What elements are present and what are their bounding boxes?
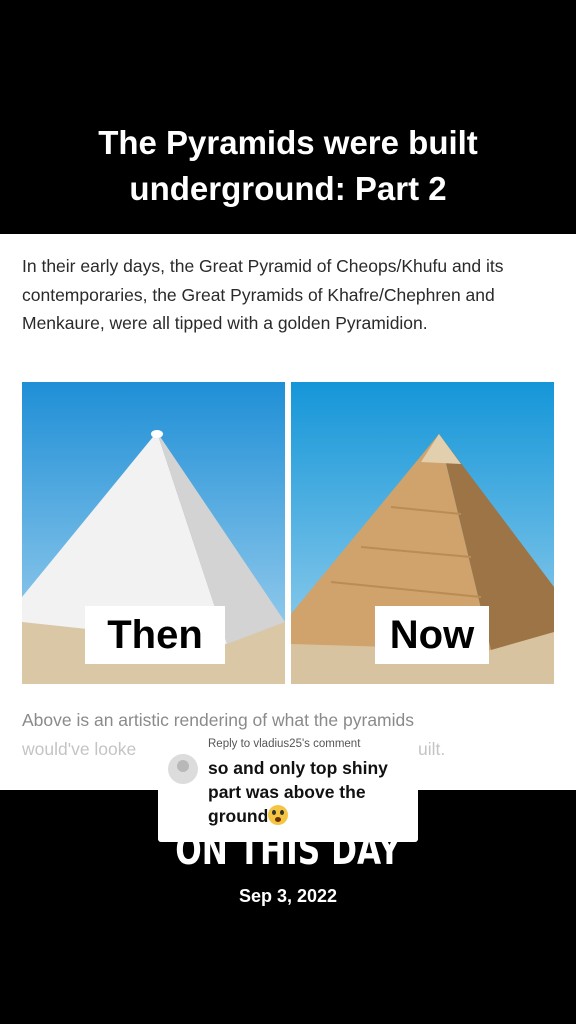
commenter-avatar [168, 754, 198, 784]
reply-line-1: so and only top shiny [208, 758, 388, 778]
then-label: Then [85, 606, 225, 664]
flushed-face-icon [268, 805, 289, 825]
video-title-line-1: The Pyramids were built [98, 124, 478, 161]
reply-comment-sticker[interactable]: Reply to vladius25's comment so and only… [158, 730, 418, 842]
caption-line-2-start: would've looke [22, 738, 137, 759]
on-this-day-date: Sep 3, 2022 [238, 886, 338, 906]
reply-line-3: ground [208, 804, 413, 828]
then-pyramid-image: Then [22, 382, 285, 684]
video-title: The Pyramids were built underground: Par… [0, 120, 576, 212]
article-paragraph: In their early days, the Great Pyramid o… [22, 256, 504, 333]
caption-line-2-end: uilt. [418, 738, 446, 759]
video-title-line-2: underground: Part 2 [129, 170, 447, 207]
now-label: Now [375, 606, 489, 664]
reply-header: Reply to vladius25's comment [208, 738, 361, 750]
article-screenshot: In their early days, the Great Pyramid o… [0, 234, 576, 790]
reply-line-2: part was above the [208, 782, 366, 802]
reply-comment-text: so and only top shiny part was above the… [208, 756, 413, 828]
reply-line-3-text: ground [208, 806, 269, 826]
now-pyramid-image: Now [291, 382, 554, 684]
